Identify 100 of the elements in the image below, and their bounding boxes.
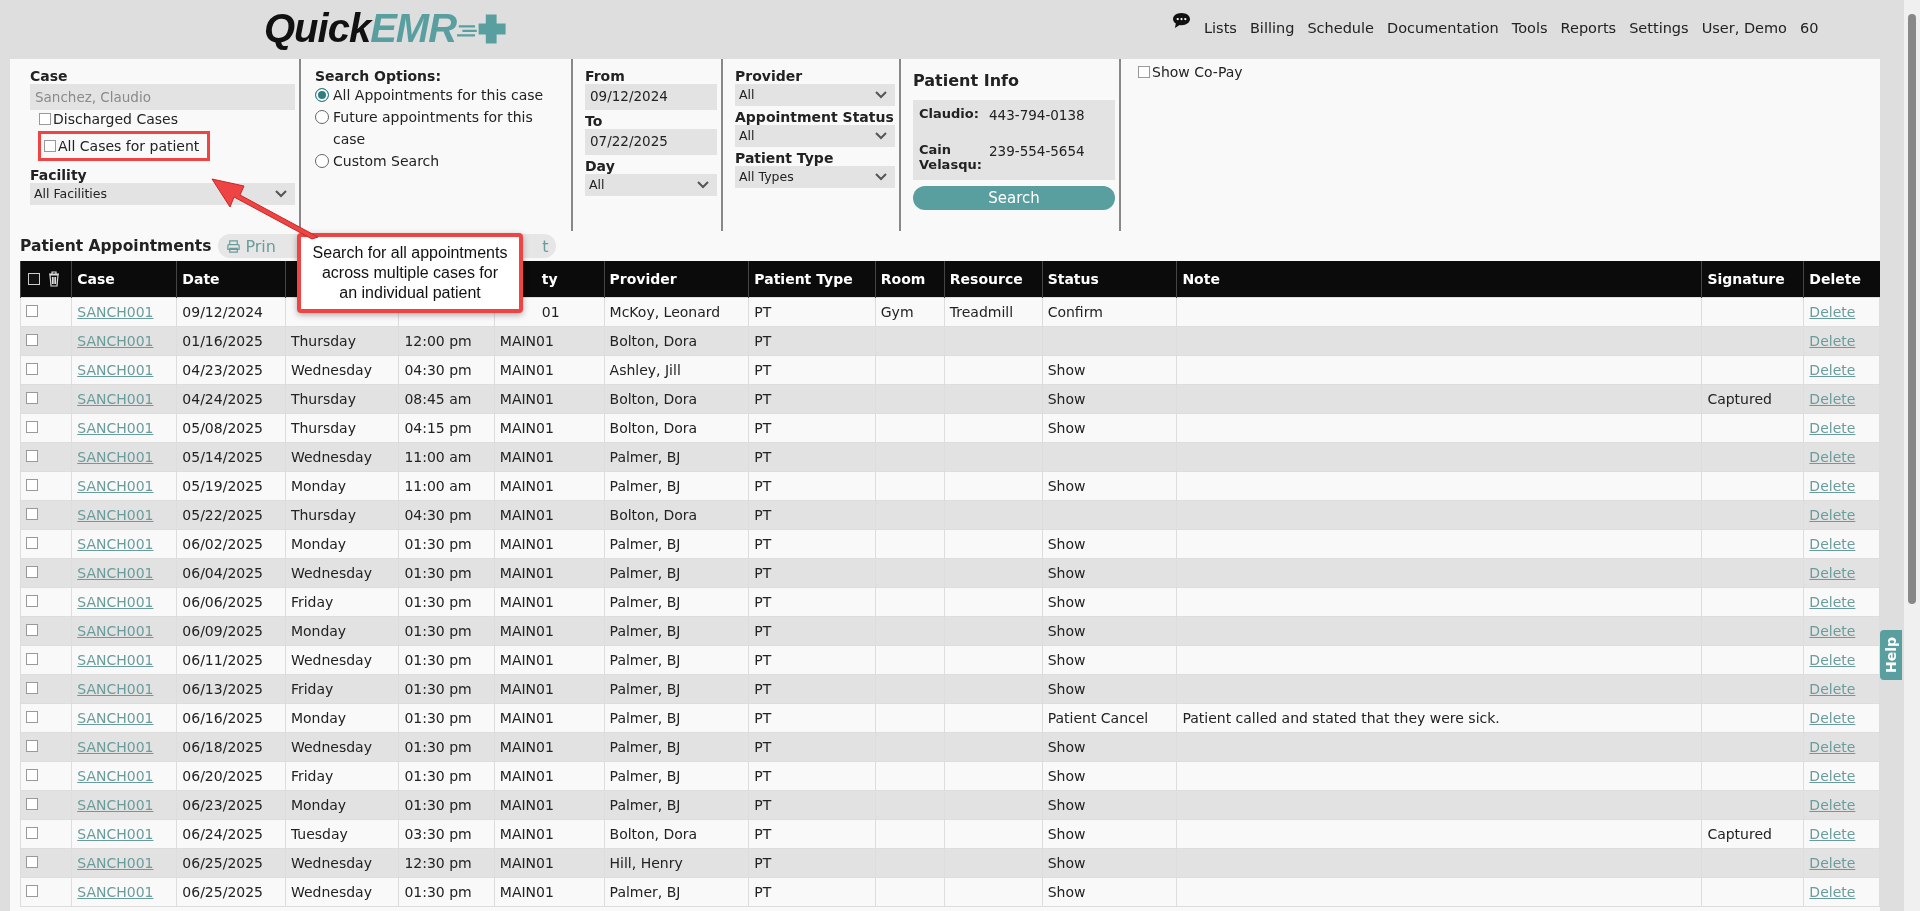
highlighted-checkbox-option[interactable]: All Cases for patient: [38, 131, 211, 161]
column-header: Signature: [1707, 271, 1785, 287]
table-cell: Patient Cancel: [1047, 710, 1149, 726]
row-checkbox[interactable]: [26, 392, 38, 404]
table-cell: 06/25/2025: [182, 884, 264, 900]
table-cell: Treadmill: [949, 304, 1014, 320]
column-header: Room: [880, 271, 926, 287]
nav-link[interactable]: Settings: [1629, 20, 1689, 36]
field-label: Facility: [30, 167, 88, 183]
dropdown[interactable]: All Types: [735, 166, 895, 188]
facility-dropdown[interactable]: All Facilities: [30, 183, 295, 205]
day-dropdown[interactable]: All: [585, 174, 717, 196]
table-cell: PT: [754, 333, 772, 349]
table-cell: 01:30 pm: [404, 594, 472, 610]
table-cell: 04:15 pm: [404, 420, 472, 436]
row-checkbox[interactable]: [26, 537, 38, 549]
row-checkbox[interactable]: [26, 624, 38, 636]
table-cell: MAIN01: [499, 826, 554, 842]
row-checkbox[interactable]: [26, 769, 38, 781]
table-cell: Show: [1047, 623, 1086, 639]
table-cell: Bolton, Dora: [609, 420, 698, 436]
table-cell: Bolton, Dora: [609, 826, 698, 842]
table-cell: PT: [754, 884, 772, 900]
field-label: From: [585, 68, 626, 84]
option-label: All Appointments for this case: [333, 86, 544, 105]
row-checkbox[interactable]: [26, 334, 38, 346]
table-cell: Friday: [290, 768, 334, 784]
table-cell: Bolton, Dora: [609, 507, 698, 523]
row-checkbox[interactable]: [26, 827, 38, 839]
row-checkbox[interactable]: [26, 421, 38, 433]
row-checkbox[interactable]: [26, 363, 38, 375]
table-cell: PT: [754, 507, 772, 523]
dropdown[interactable]: All: [735, 125, 895, 147]
nav-link[interactable]: Lists: [1204, 20, 1237, 36]
trash-icon[interactable]: [48, 271, 60, 287]
table-cell: Show: [1047, 855, 1086, 871]
table-cell: Palmer, BJ: [609, 536, 681, 552]
table-cell: 04/23/2025: [182, 362, 264, 378]
section-title: Patient Appointments: [20, 237, 212, 255]
row-checkbox[interactable]: [26, 798, 38, 810]
row-checkbox[interactable]: [26, 653, 38, 665]
chat-icon[interactable]: [1172, 11, 1191, 29]
nav-link[interactable]: 60: [1800, 20, 1819, 36]
nav-link[interactable]: Documentation: [1387, 20, 1499, 36]
row-checkbox[interactable]: [26, 566, 38, 578]
dropdown[interactable]: All: [735, 84, 895, 106]
row-checkbox[interactable]: [26, 711, 38, 723]
row-checkbox[interactable]: [26, 885, 38, 897]
table-cell: Thursday: [290, 507, 356, 523]
radio-button[interactable]: [315, 88, 329, 102]
nav-link[interactable]: Schedule: [1307, 20, 1374, 36]
table-cell: 05/08/2025: [182, 420, 264, 436]
select-all-checkbox[interactable]: [28, 273, 40, 285]
table-cell: 06/24/2025: [182, 826, 264, 842]
column-header: Resource: [949, 271, 1023, 287]
row-checkbox[interactable]: [26, 508, 38, 520]
table-cell: MAIN01: [499, 594, 554, 610]
nav-link[interactable]: Billing: [1249, 20, 1295, 36]
table-cell: 01:30 pm: [404, 652, 472, 668]
table-cell: Confirm: [1047, 304, 1103, 320]
nav-link[interactable]: User, Demo: [1701, 20, 1787, 36]
to-date-field[interactable]: 07/22/2025: [585, 129, 717, 155]
table-cell: Palmer, BJ: [609, 478, 681, 494]
table-cell: MAIN01: [499, 478, 554, 494]
row-checkbox[interactable]: [26, 450, 38, 462]
table-cell: 05/14/2025: [182, 449, 264, 465]
table-cell: Friday: [290, 681, 334, 697]
table-cell: 01: [541, 304, 560, 320]
radio-button[interactable]: [315, 110, 329, 124]
table-cell: PT: [754, 565, 772, 581]
logo[interactable]: QuickEMR: [264, 6, 513, 51]
help-tab[interactable]: Help: [1880, 630, 1902, 680]
patient-info-title: Patient Info: [913, 71, 1020, 90]
nav-link[interactable]: Reports: [1560, 20, 1617, 36]
table-cell: Show: [1047, 739, 1086, 755]
table-cell: Show: [1047, 362, 1086, 378]
table-cell: Monday: [290, 710, 347, 726]
column-header: Case: [77, 271, 115, 287]
table-cell: Palmer, BJ: [609, 884, 681, 900]
table-cell: PT: [754, 681, 772, 697]
row-checkbox[interactable]: [26, 479, 38, 491]
row-checkbox[interactable]: [26, 305, 38, 317]
chevron-icon: [875, 173, 887, 181]
table-cell: PT: [754, 623, 772, 639]
from-date-field[interactable]: 09/12/2024: [585, 84, 717, 110]
row-checkbox[interactable]: [26, 856, 38, 868]
checkbox-option[interactable]: Discharged Cases: [36, 110, 181, 128]
table-cell: MAIN01: [499, 420, 554, 436]
table-cell: MAIN01: [499, 768, 554, 784]
table-cell: MAIN01: [499, 536, 554, 552]
checkbox-option[interactable]: Show Co-Pay: [1135, 63, 1246, 81]
nav-link[interactable]: Tools: [1511, 20, 1548, 36]
table-cell: Thursday: [290, 420, 356, 436]
radio-button[interactable]: [315, 154, 329, 168]
row-checkbox[interactable]: [26, 682, 38, 694]
row-checkbox[interactable]: [26, 740, 38, 752]
chevron-icon: [275, 190, 287, 198]
search-button[interactable]: Search: [913, 186, 1115, 210]
row-checkbox[interactable]: [26, 595, 38, 607]
option-label: Future appointments for this case: [333, 108, 534, 149]
